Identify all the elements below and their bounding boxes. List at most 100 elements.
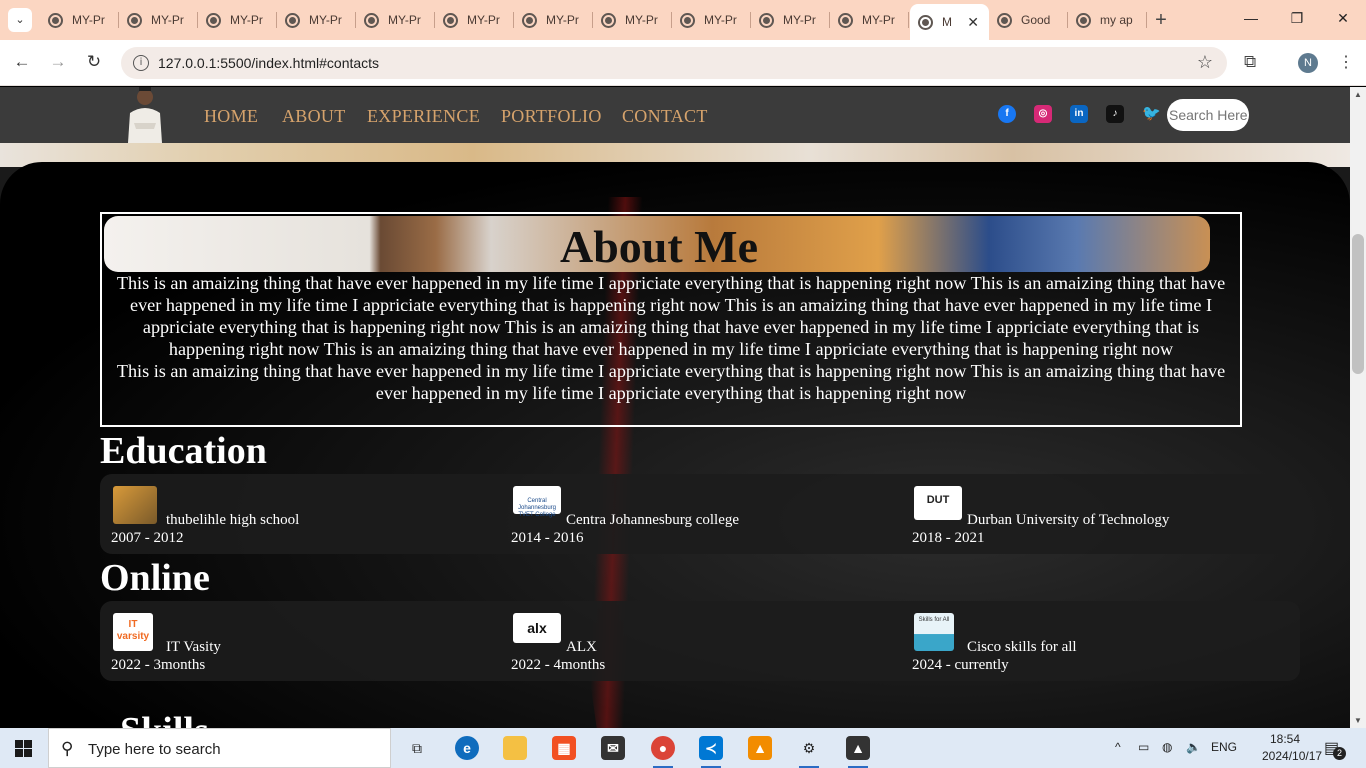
edge-icon[interactable]: e bbox=[455, 736, 479, 760]
taskbar-search-placeholder: Type here to search bbox=[88, 741, 221, 758]
network-globe-icon[interactable]: ◍ bbox=[1162, 740, 1172, 754]
tab-title: MY-Pr bbox=[388, 13, 421, 27]
volume-icon[interactable]: 🔈 bbox=[1186, 740, 1201, 754]
tab-strip: ⌄ MY-Pr MY-Pr MY-Pr MY-Pr MY-Pr MY-Pr MY-Pr MY-… bbox=[0, 0, 1366, 40]
tab-title: MY-Pr bbox=[704, 13, 737, 27]
browser-tab[interactable]: MY-Pr bbox=[277, 4, 356, 36]
twitter-icon[interactable]: 🐦 bbox=[1142, 105, 1161, 123]
scroll-up-arrow-icon[interactable]: ▲ bbox=[1354, 90, 1362, 99]
institution-name: thubelihle high school bbox=[166, 512, 300, 528]
browser-tab[interactable]: MY-Pr bbox=[672, 4, 751, 36]
education-item: Central Johannesburg TVET College Centra … bbox=[511, 486, 891, 546]
file-explorer-icon[interactable] bbox=[503, 736, 527, 760]
browser-tab[interactable]: Good bbox=[989, 4, 1068, 36]
windows-taskbar: ⚲ Type here to search ⧉ e ▦ ✉ ● ≺ ▲ ⚙ ▲ … bbox=[0, 728, 1366, 768]
language-indicator[interactable]: ENG bbox=[1211, 740, 1237, 754]
logo-text: IT varsity bbox=[116, 619, 150, 642]
nav-link-contact[interactable]: CONTACT bbox=[622, 106, 708, 127]
nav-link-home[interactable]: HOME bbox=[204, 106, 258, 127]
about-banner-image: About Me bbox=[104, 216, 1210, 272]
logo-text: Skills for All bbox=[918, 617, 950, 623]
tab-title: MY-Pr bbox=[783, 13, 816, 27]
profile-avatar[interactable]: N bbox=[1298, 53, 1318, 73]
close-window-button[interactable]: ✕ bbox=[1333, 10, 1353, 27]
tab-favicon-globe-icon bbox=[1076, 12, 1091, 28]
restore-button[interactable]: ❐ bbox=[1287, 10, 1307, 27]
browser-tab[interactable]: MY-Pr bbox=[356, 4, 435, 36]
site-info-icon[interactable]: i bbox=[133, 55, 149, 71]
browser-tab[interactable]: MY-Pr bbox=[751, 4, 830, 36]
institution-years: 2014 - 2016 bbox=[511, 530, 584, 546]
logo-text: alx bbox=[527, 620, 547, 636]
photos-icon[interactable]: ▲ bbox=[846, 736, 870, 768]
vscode-icon[interactable]: ≺ bbox=[699, 736, 723, 768]
close-tab-icon[interactable]: ✕ bbox=[967, 14, 979, 31]
browser-tab[interactable]: MY-Pr bbox=[40, 4, 119, 36]
address-bar[interactable]: i 127.0.0.1:5500/index.html#contacts ☆ bbox=[121, 47, 1227, 79]
scroll-down-arrow-icon[interactable]: ▼ bbox=[1354, 716, 1362, 725]
browser-tab[interactable]: MY-Pr bbox=[830, 4, 909, 36]
new-tab-button[interactable]: + bbox=[1151, 9, 1171, 32]
taskbar-clock[interactable]: 18:54 2024/10/17 bbox=[1262, 731, 1322, 765]
profile-photo[interactable] bbox=[124, 87, 166, 143]
institution-years: 2022 - 4months bbox=[511, 657, 606, 673]
menu-kebab-icon[interactable]: ⋮ bbox=[1338, 52, 1354, 72]
task-view-icon[interactable]: ⧉ bbox=[405, 736, 429, 760]
settings-gear-icon[interactable]: ⚙ bbox=[797, 736, 821, 768]
online-heading: Online bbox=[100, 557, 210, 599]
minimize-button[interactable]: — bbox=[1241, 10, 1261, 26]
alx-logo: alx bbox=[513, 613, 561, 643]
tab-favicon-globe-icon bbox=[48, 12, 63, 28]
nav-link-experience[interactable]: EXPERIENCE bbox=[367, 106, 480, 127]
tab-favicon-globe-icon bbox=[127, 12, 142, 28]
tray-chevron-icon[interactable]: ^ bbox=[1115, 740, 1121, 754]
facebook-icon[interactable]: f bbox=[998, 105, 1016, 123]
meet-now-icon[interactable]: ▭ bbox=[1138, 740, 1149, 754]
institution-years: 2024 - currently bbox=[912, 657, 1009, 673]
linkedin-icon[interactable]: in bbox=[1070, 105, 1088, 123]
instagram-icon[interactable]: ◎ bbox=[1034, 105, 1052, 123]
windows-start-icon[interactable] bbox=[15, 740, 32, 757]
notification-center-icon[interactable]: ▤ 2 bbox=[1324, 738, 1346, 760]
vlc-icon[interactable]: ▲ bbox=[748, 736, 772, 760]
college-logo: Central Johannesburg TVET College bbox=[513, 486, 561, 518]
online-item: IT varsity IT Vasity 2022 - 3months bbox=[111, 613, 491, 673]
tab-separator bbox=[1146, 12, 1147, 28]
cisco-skills-logo: Skills for All bbox=[914, 613, 954, 651]
institution-years: 2022 - 3months bbox=[111, 657, 206, 673]
tab-favicon-globe-icon bbox=[522, 12, 537, 28]
tab-title: MY-Pr bbox=[309, 13, 342, 27]
extensions-icon[interactable]: ⧉ bbox=[1244, 52, 1256, 72]
nav-link-about[interactable]: ABOUT bbox=[282, 106, 346, 127]
tab-search-button[interactable]: ⌄ bbox=[8, 8, 32, 32]
forward-button[interactable]: → bbox=[47, 52, 69, 72]
institution-years: 2007 - 2012 bbox=[111, 530, 184, 546]
institution-name: Cisco skills for all bbox=[967, 639, 1077, 655]
bookmark-star-icon[interactable]: ☆ bbox=[1197, 52, 1213, 73]
url-text[interactable]: 127.0.0.1:5500/index.html#contacts bbox=[158, 55, 379, 71]
browser-tab[interactable]: M ✕ bbox=[910, 4, 989, 40]
mail-icon[interactable]: ✉ bbox=[601, 736, 625, 760]
scroll-thumb[interactable] bbox=[1352, 234, 1364, 374]
reload-button[interactable]: ↻ bbox=[83, 52, 105, 72]
tiktok-icon[interactable]: ♪ bbox=[1106, 105, 1124, 123]
browser-tab[interactable]: MY-Pr bbox=[198, 4, 277, 36]
site-search-input[interactable] bbox=[1167, 99, 1249, 131]
search-icon: ⚲ bbox=[61, 739, 74, 758]
education-heading: Education bbox=[100, 430, 267, 472]
institution-name: IT Vasity bbox=[166, 639, 221, 655]
page-scrollbar[interactable]: ▲ ▼ bbox=[1350, 87, 1366, 728]
browser-tab[interactable]: MY-Pr bbox=[514, 4, 593, 36]
browser-tab[interactable]: my ap bbox=[1068, 4, 1147, 36]
store-icon[interactable]: ▦ bbox=[552, 736, 576, 760]
about-paragraph-2: This is an amaizing thing that have ever… bbox=[116, 361, 1226, 403]
notification-count-badge: 2 bbox=[1333, 747, 1346, 760]
browser-tab[interactable]: MY-Pr bbox=[593, 4, 672, 36]
browser-tab[interactable]: MY-Pr bbox=[119, 4, 198, 36]
nav-link-portfolio[interactable]: PORTFOLIO bbox=[501, 106, 602, 127]
chrome-icon[interactable]: ● bbox=[651, 736, 675, 768]
browser-tab[interactable]: MY-Pr bbox=[435, 4, 514, 36]
taskbar-search-box[interactable]: ⚲ Type here to search bbox=[48, 728, 391, 768]
back-button[interactable]: ← bbox=[11, 52, 33, 72]
institution-name: Centra Johannesburg college bbox=[566, 512, 740, 528]
